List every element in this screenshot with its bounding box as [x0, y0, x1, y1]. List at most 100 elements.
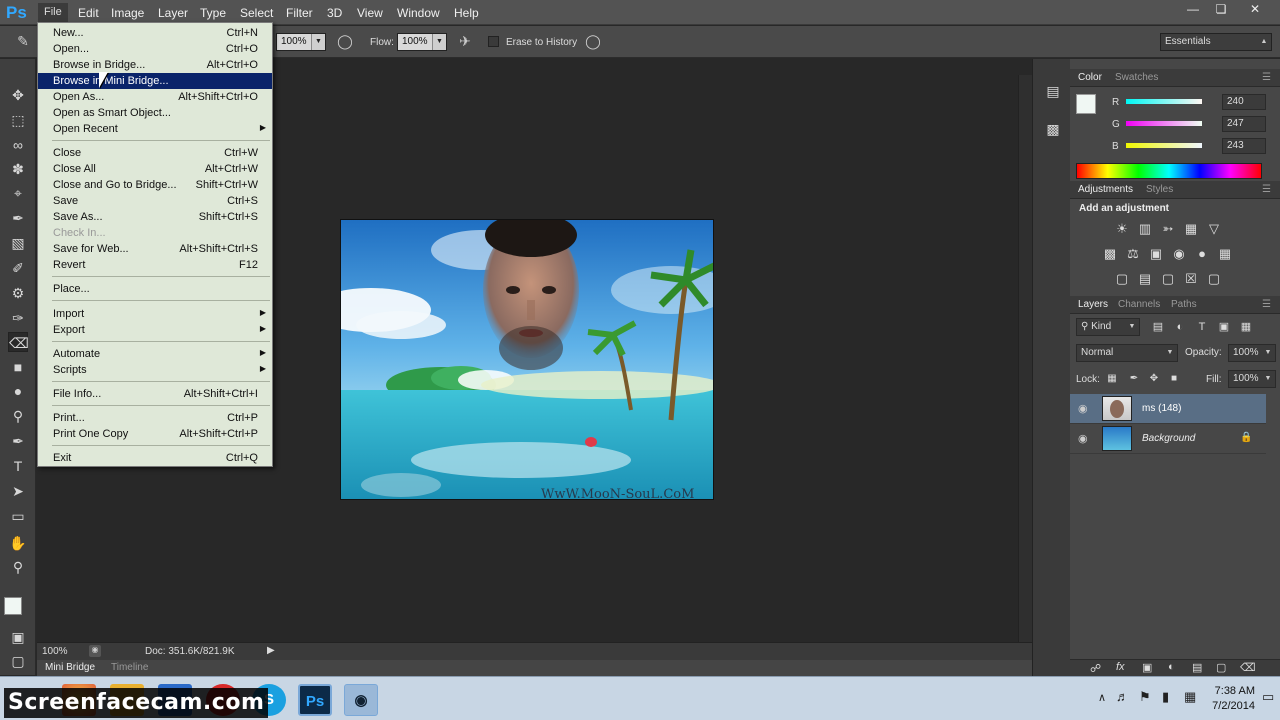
pressure-size-icon[interactable]: ◯ — [584, 32, 602, 50]
menu-item-export[interactable]: Export ▶ — [38, 322, 272, 338]
eraser-tool-icon[interactable]: ⌫ — [8, 332, 29, 352]
vertical-scrollbar[interactable] — [1018, 75, 1032, 645]
channel-mixer-icon[interactable]: ● — [1194, 246, 1210, 262]
marquee-tool-icon[interactable]: ⬚ — [8, 110, 28, 130]
layer-name[interactable]: Background — [1142, 433, 1195, 444]
color-balance-icon[interactable]: ⚖ — [1125, 246, 1141, 262]
layer-opacity-input[interactable]: 100% ▼ — [1228, 344, 1276, 362]
exposure-icon[interactable]: ▦ — [1183, 221, 1199, 237]
minimize-icon[interactable]: — — [1184, 2, 1202, 18]
new-layer-icon[interactable]: ▢ — [1216, 661, 1226, 674]
visibility-eye-icon[interactable]: ◉ — [1078, 402, 1088, 415]
tab-timeline[interactable]: Timeline — [111, 662, 148, 673]
menu-item-close-all[interactable]: Close All Alt+Ctrl+W — [38, 161, 272, 177]
curves-icon[interactable]: ➳ — [1160, 221, 1176, 237]
status-menu-arrow-icon[interactable]: ▶ — [267, 645, 275, 656]
tab-paths[interactable]: Paths — [1171, 299, 1197, 310]
filter-adjustment-icon[interactable]: ◐ — [1172, 319, 1188, 335]
lock-position-icon[interactable]: ✥ — [1146, 371, 1162, 387]
dodge-tool-icon[interactable]: ⚲ — [8, 406, 28, 426]
filter-type-icon[interactable]: T — [1194, 319, 1210, 335]
visibility-eye-icon[interactable]: ◉ — [1078, 432, 1088, 445]
g-slider[interactable] — [1126, 121, 1202, 126]
hue-saturation-icon[interactable]: ▩ — [1102, 246, 1118, 262]
black-white-icon[interactable]: ▣ — [1148, 246, 1164, 262]
g-value-input[interactable]: 247 — [1222, 116, 1266, 132]
opacity-dropdown[interactable]: 100% ▼ — [276, 33, 326, 51]
tab-mini-bridge[interactable]: Mini Bridge — [45, 662, 95, 673]
layer-filter-kind-dropdown[interactable]: ⚲ Kind ▼ — [1076, 318, 1140, 336]
tab-layers[interactable]: Layers — [1078, 299, 1108, 310]
screen-mode-icon[interactable]: ▢ — [8, 651, 28, 671]
restore-icon[interactable]: ❏ — [1212, 2, 1230, 18]
lock-transparency-icon[interactable]: ▦ — [1104, 371, 1120, 387]
lasso-tool-icon[interactable]: ∞ — [8, 135, 28, 155]
tray-flag-icon[interactable]: ⚑ — [1139, 689, 1151, 705]
quick-mask-icon[interactable]: ▣ — [8, 627, 28, 647]
zoom-tool-icon[interactable]: ⚲ — [8, 557, 28, 577]
erase-to-history-checkbox[interactable] — [488, 36, 499, 47]
filter-shape-icon[interactable]: ▣ — [1216, 319, 1232, 335]
threshold-icon[interactable]: ▢ — [1160, 271, 1176, 287]
menu-item-browse-in-mini-bridge[interactable]: Browse in Mini Bridge... — [38, 73, 272, 89]
layer-row-ms-148[interactable]: ◉ ms (148) — [1070, 394, 1266, 424]
menu-filter[interactable]: Filter — [286, 6, 313, 20]
photo-filter-icon[interactable]: ◉ — [1171, 246, 1187, 262]
path-select-tool-icon[interactable]: ➤ — [8, 481, 28, 501]
history-panel-icon[interactable]: ▤ — [1043, 81, 1063, 101]
invert-icon[interactable]: ▢ — [1114, 271, 1130, 287]
airbrush-icon[interactable]: ✈ — [456, 32, 474, 50]
menu-item-import[interactable]: Import ▶ — [38, 306, 272, 322]
layer-fill-input[interactable]: 100% ▼ — [1228, 370, 1276, 388]
fx-icon[interactable]: fx — [1116, 661, 1125, 673]
filter-pixel-icon[interactable]: ▤ — [1150, 319, 1166, 335]
layer-name[interactable]: ms (148) — [1142, 403, 1181, 414]
healing-brush-tool-icon[interactable]: ▧ — [8, 233, 28, 253]
flow-dropdown[interactable]: 100% ▼ — [397, 33, 447, 51]
menu-item-open-recent[interactable]: Open Recent ▶ — [38, 121, 272, 137]
menu-item-save[interactable]: Save Ctrl+S — [38, 193, 272, 209]
taskbar-photoshop-icon[interactable]: Ps — [298, 684, 332, 716]
menu-item-close-and-go-to-bridge[interactable]: Close and Go to Bridge... Shift+Ctrl+W — [38, 177, 272, 193]
menu-item-save-for-web[interactable]: Save for Web... Alt+Shift+Ctrl+S — [38, 241, 272, 257]
tray-network-icon[interactable]: ▦ — [1184, 689, 1196, 705]
menu-item-scripts[interactable]: Scripts ▶ — [38, 362, 272, 378]
type-tool-icon[interactable]: T — [8, 456, 28, 476]
menu-item-browse-in-bridge[interactable]: Browse in Bridge... Alt+Ctrl+O — [38, 57, 272, 73]
add-mask-icon[interactable]: ▣ — [1142, 661, 1152, 674]
panel-menu-icon[interactable]: ☰ — [1262, 299, 1271, 310]
color-spectrum-ramp[interactable] — [1076, 163, 1262, 179]
menu-select[interactable]: Select — [240, 6, 273, 20]
layer-row-background[interactable]: ◉ Background 🔒 — [1070, 424, 1266, 454]
selective-color-icon[interactable]: ☒ — [1183, 271, 1199, 287]
clone-stamp-tool-icon[interactable]: ⚙ — [8, 283, 28, 303]
panel-menu-icon[interactable]: ☰ — [1262, 184, 1271, 195]
b-slider[interactable] — [1126, 143, 1202, 148]
eraser-preset-icon[interactable]: ✎ — [14, 32, 32, 50]
menu-help[interactable]: Help — [454, 6, 479, 20]
menu-3d[interactable]: 3D — [327, 6, 342, 20]
close-icon[interactable]: ✕ — [1246, 2, 1264, 18]
levels-icon[interactable]: ▥ — [1137, 221, 1153, 237]
pressure-opacity-icon[interactable]: ◯ — [336, 32, 354, 50]
menu-item-open-as-smart-object[interactable]: Open as Smart Object... — [38, 105, 272, 121]
crop-tool-icon[interactable]: ⌖ — [8, 183, 28, 203]
brightness-contrast-icon[interactable]: ☀ — [1114, 221, 1130, 237]
move-tool-icon[interactable]: ✥ — [8, 85, 28, 105]
gradient-map-icon[interactable]: ▢ — [1206, 271, 1222, 287]
workspace-dropdown[interactable]: Essentials ▲ — [1160, 33, 1272, 51]
pen-tool-icon[interactable]: ✒ — [8, 431, 28, 451]
tab-adjustments[interactable]: Adjustments — [1078, 184, 1133, 195]
menu-item-new[interactable]: New... Ctrl+N — [38, 25, 272, 41]
document-canvas-image[interactable]: WwW.MooN-SouL.CoM — [340, 219, 714, 500]
menu-item-place[interactable]: Place... — [38, 281, 272, 297]
menu-item-open[interactable]: Open... Ctrl+O — [38, 41, 272, 57]
tray-battery-icon[interactable]: ▮ — [1162, 689, 1169, 705]
blend-mode-dropdown[interactable]: Normal ▼ — [1076, 344, 1178, 362]
delete-layer-icon[interactable]: ⌫ — [1240, 661, 1256, 674]
posterize-icon[interactable]: ▤ — [1137, 271, 1153, 287]
lock-all-icon[interactable]: ■ — [1166, 371, 1182, 387]
new-adjustment-layer-icon[interactable]: ◐ — [1168, 661, 1175, 673]
tray-show-hidden-icon[interactable]: ∧ — [1098, 691, 1106, 704]
quick-select-tool-icon[interactable]: ✽ — [8, 159, 28, 179]
